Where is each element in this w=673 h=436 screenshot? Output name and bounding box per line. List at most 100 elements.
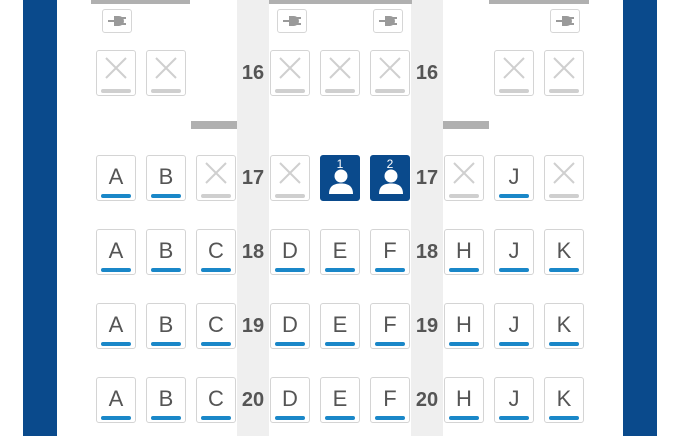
row-number-label: 19 <box>415 315 439 337</box>
seat-18J[interactable]: J <box>494 229 534 275</box>
availability-bar <box>151 416 181 420</box>
seat-19F[interactable]: F <box>370 303 410 349</box>
row-number-label: 17 <box>241 167 265 189</box>
seat-letter: H <box>456 386 472 411</box>
seat-20D[interactable]: D <box>270 377 310 423</box>
seat-17F[interactable]: 2 <box>370 155 410 201</box>
availability-bar <box>449 416 479 420</box>
availability-bar <box>375 342 405 346</box>
cabin-divider <box>269 0 412 4</box>
seat-letter: K <box>556 238 572 263</box>
exit-divider <box>191 121 237 129</box>
seat-letter: E <box>332 238 348 263</box>
seat-16D <box>270 50 310 96</box>
seat-letter: K <box>556 386 572 411</box>
seat-letter: A <box>108 312 124 337</box>
seat-letter: F <box>383 386 397 411</box>
availability-bar <box>151 194 181 198</box>
seat-18H[interactable]: H <box>444 229 484 275</box>
seat-19E[interactable]: E <box>320 303 360 349</box>
x-icon <box>502 56 526 85</box>
seat-letter: D <box>282 386 298 411</box>
availability-bar <box>325 416 355 420</box>
seat-letter: C <box>208 312 224 337</box>
seat-letter: B <box>158 312 174 337</box>
availability-bar <box>375 416 405 420</box>
seat-19K[interactable]: K <box>544 303 584 349</box>
seat-17E[interactable]: 1 <box>320 155 360 201</box>
seat-letter: A <box>108 164 124 189</box>
availability-bar <box>201 268 231 272</box>
row-number-label: 19 <box>241 315 265 337</box>
cabin-divider <box>91 0 190 4</box>
person-icon <box>378 168 404 201</box>
row-number-label: 16 <box>241 62 265 84</box>
seat-19A[interactable]: A <box>96 303 136 349</box>
seat-20A[interactable]: A <box>96 377 136 423</box>
cabin-wall-right <box>623 0 657 436</box>
seat-20B[interactable]: B <box>146 377 186 423</box>
seat-19H[interactable]: H <box>444 303 484 349</box>
seat-18B[interactable]: B <box>146 229 186 275</box>
row-number-label: 20 <box>415 389 439 411</box>
seat-20H[interactable]: H <box>444 377 484 423</box>
seat-19B[interactable]: B <box>146 303 186 349</box>
seat-16B <box>146 50 186 96</box>
seat-18D[interactable]: D <box>270 229 310 275</box>
seat-17C <box>196 155 236 201</box>
seat-17B[interactable]: B <box>146 155 186 201</box>
seat-19D[interactable]: D <box>270 303 310 349</box>
seat-17A[interactable]: A <box>96 155 136 201</box>
seat-17J[interactable]: J <box>494 155 534 201</box>
availability-bar <box>101 194 131 198</box>
availability-bar <box>449 268 479 272</box>
x-icon <box>552 161 576 190</box>
row-number-label: 17 <box>415 167 439 189</box>
seat-20J[interactable]: J <box>494 377 534 423</box>
seat-20C[interactable]: C <box>196 377 236 423</box>
seat-letter: C <box>208 238 224 263</box>
person-icon <box>328 168 354 201</box>
x-icon <box>154 56 178 85</box>
seat-18C[interactable]: C <box>196 229 236 275</box>
availability-bar <box>201 342 231 346</box>
seat-letter: J <box>508 386 520 411</box>
availability-bar <box>499 89 529 93</box>
seat-16F <box>370 50 410 96</box>
seat-20F[interactable]: F <box>370 377 410 423</box>
availability-bar <box>101 342 131 346</box>
seat-letter: B <box>158 386 174 411</box>
seat-letter: C <box>208 386 224 411</box>
x-icon <box>278 161 302 190</box>
availability-bar <box>375 268 405 272</box>
x-icon <box>204 161 228 190</box>
power-outlet-icon <box>277 9 307 33</box>
seat-18F[interactable]: F <box>370 229 410 275</box>
seat-19C[interactable]: C <box>196 303 236 349</box>
seat-16E <box>320 50 360 96</box>
seat-19J[interactable]: J <box>494 303 534 349</box>
seat-18E[interactable]: E <box>320 229 360 275</box>
availability-bar <box>325 268 355 272</box>
power-outlet-icon <box>373 9 403 33</box>
power-outlet-icon <box>550 9 580 33</box>
seat-letter: J <box>508 164 520 189</box>
availability-bar <box>325 342 355 346</box>
x-icon <box>378 56 402 85</box>
availability-bar <box>101 89 131 93</box>
availability-bar <box>499 416 529 420</box>
availability-bar <box>151 268 181 272</box>
availability-bar <box>549 194 579 198</box>
availability-bar <box>151 89 181 93</box>
seat-18K[interactable]: K <box>544 229 584 275</box>
seat-18A[interactable]: A <box>96 229 136 275</box>
seat-20E[interactable]: E <box>320 377 360 423</box>
availability-bar <box>549 342 579 346</box>
row-number-label: 20 <box>241 389 265 411</box>
availability-bar <box>275 89 305 93</box>
availability-bar <box>325 89 355 93</box>
seat-20K[interactable]: K <box>544 377 584 423</box>
availability-bar <box>549 416 579 420</box>
availability-bar <box>499 268 529 272</box>
seat-letter: J <box>508 238 520 263</box>
